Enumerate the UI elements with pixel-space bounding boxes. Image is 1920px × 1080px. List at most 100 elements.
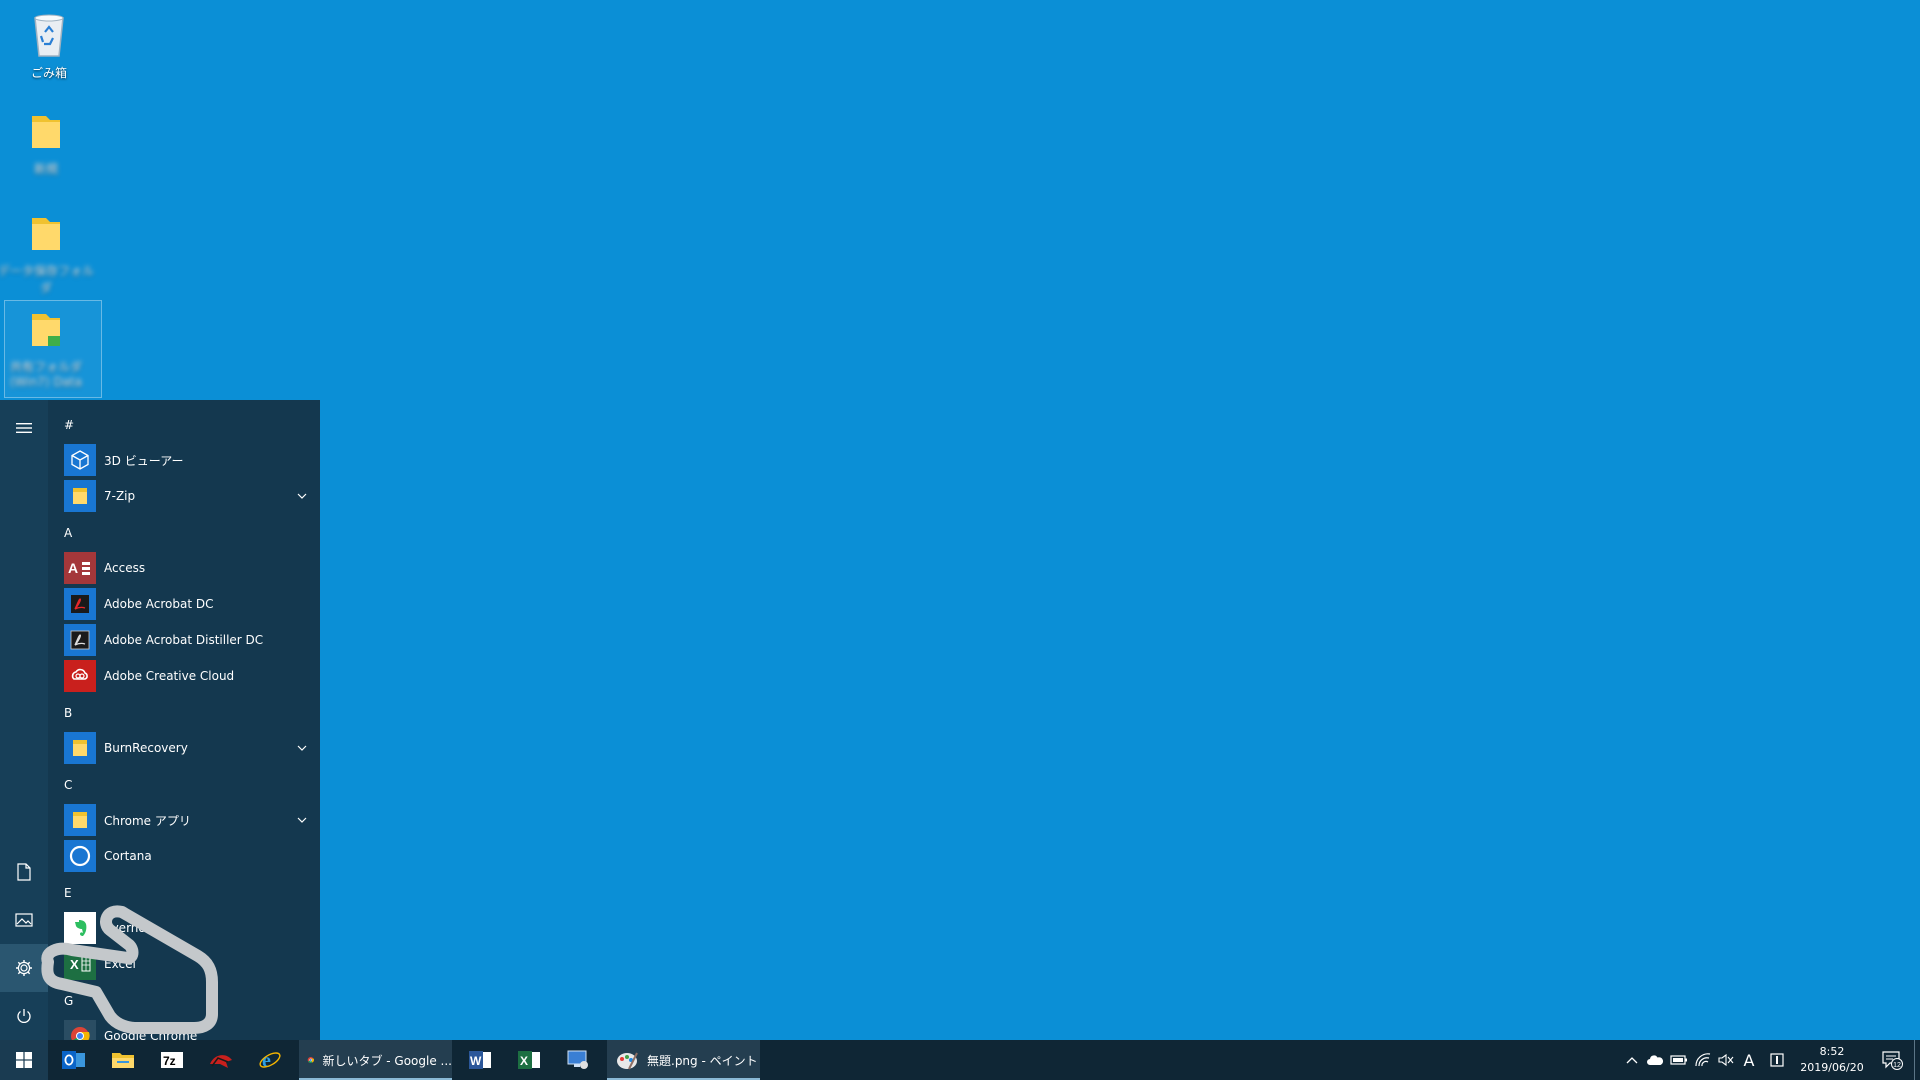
- mute-icon: [1718, 1053, 1734, 1067]
- document-icon: [17, 863, 31, 881]
- app-label: 3D ビューアー: [104, 453, 184, 468]
- app-tile: [64, 444, 96, 476]
- svg-text:7z: 7z: [163, 1054, 176, 1068]
- expand-menu-button[interactable]: [0, 404, 48, 452]
- app-label: Excel: [104, 957, 136, 971]
- tray-ime[interactable]: A: [1737, 1040, 1761, 1080]
- tray-onedrive[interactable]: [1643, 1040, 1667, 1080]
- evernote-icon: [75, 920, 87, 936]
- app-tile: [64, 480, 96, 512]
- desktop-icon-recycle-bin[interactable]: ごみ箱: [1, 8, 97, 81]
- start-menu: # 3D ビューアー 7-Zip A A Access Adobe Acroba…: [0, 400, 320, 1040]
- app-tile: [64, 660, 96, 692]
- app-excel[interactable]: X Excel: [64, 946, 310, 982]
- pictures-button[interactable]: [0, 896, 48, 944]
- taskbar-internet-explorer[interactable]: e: [246, 1040, 294, 1080]
- settings-button[interactable]: [0, 944, 48, 992]
- taskbar-remote-desktop[interactable]: [554, 1040, 602, 1080]
- folder-icon: [73, 812, 87, 828]
- app-tile: [64, 1020, 96, 1040]
- chevron-down-icon[interactable]: [294, 812, 310, 828]
- power-icon: [17, 1009, 31, 1023]
- ime-icon: A: [1743, 1050, 1755, 1070]
- clock-date: 2019/06/20: [1800, 1061, 1864, 1074]
- folder-icon: [73, 740, 87, 756]
- paint-window-label: 無題.png - ペイント: [647, 1053, 758, 1068]
- wifi-icon: [1695, 1053, 1711, 1067]
- folder-shortcut-icon: [32, 314, 60, 346]
- app-adobe-acrobat-distiller-dc[interactable]: Adobe Acrobat Distiller DC: [64, 622, 310, 658]
- chevron-down-icon[interactable]: [294, 488, 310, 504]
- security-icon: [1770, 1053, 1784, 1067]
- clock[interactable]: 8:52 2019/06/20: [1792, 1040, 1872, 1080]
- svg-text:X: X: [520, 1054, 528, 1068]
- folder-icon: [32, 116, 60, 148]
- tray-battery[interactable]: [1667, 1040, 1691, 1080]
- desktop-icon-folder-2[interactable]: データ保存フォルダ: [0, 210, 94, 296]
- power-button[interactable]: [0, 992, 48, 1040]
- app-access[interactable]: A Access: [64, 550, 310, 586]
- taskbar-7zip[interactable]: 7z: [148, 1040, 196, 1080]
- remote-desktop-icon: [567, 1050, 588, 1069]
- app-evernote[interactable]: Evernote: [64, 910, 310, 946]
- group-header[interactable]: #: [64, 418, 74, 432]
- battery-icon: [1670, 1055, 1687, 1065]
- group-header[interactable]: C: [64, 778, 72, 792]
- cortana-icon: [69, 845, 91, 867]
- cube-icon: [71, 450, 89, 470]
- app-tile: [64, 624, 96, 656]
- chevron-down-icon[interactable]: [294, 740, 310, 756]
- app-list: # 3D ビューアー 7-Zip A A Access Adobe Acroba…: [48, 400, 320, 1040]
- taskbar-word[interactable]: W: [456, 1040, 504, 1080]
- app-label: Google Chrome: [104, 1029, 198, 1040]
- svg-text:A: A: [68, 560, 78, 576]
- desktop-icon-folder-3[interactable]: 共有フォルダ (Win7) Data: [0, 306, 94, 389]
- app-adobe-creative-cloud[interactable]: Adobe Creative Cloud: [64, 658, 310, 694]
- app-label: Evernote: [104, 921, 158, 935]
- app-burnrecovery[interactable]: BurnRecovery: [64, 730, 310, 766]
- app-label: Adobe Creative Cloud: [104, 669, 235, 683]
- show-desktop-button[interactable]: [1914, 1040, 1915, 1080]
- tray-volume[interactable]: [1715, 1040, 1737, 1080]
- group-header[interactable]: B: [64, 706, 72, 720]
- taskbar-chrome-window[interactable]: 新しいタブ - Google ...: [299, 1040, 452, 1080]
- group-header[interactable]: E: [64, 886, 72, 900]
- start-button[interactable]: [0, 1040, 48, 1080]
- taskbar-red-app[interactable]: [197, 1040, 245, 1080]
- app-tile: A: [64, 552, 96, 584]
- desktop-icon-folder-1[interactable]: 新規: [0, 108, 94, 177]
- gear-icon: [16, 960, 32, 976]
- action-center-button[interactable]: 12: [1872, 1040, 1912, 1080]
- folder-2-label: データ保存フォルダ: [0, 264, 95, 295]
- tray-network[interactable]: [1691, 1040, 1715, 1080]
- app-chrome-apps[interactable]: Chrome アプリ: [64, 802, 310, 838]
- excel-icon: X: [70, 956, 91, 972]
- folder-1-label: 新規: [33, 162, 58, 176]
- svg-text:W: W: [470, 1054, 482, 1068]
- group-header[interactable]: G: [64, 994, 73, 1008]
- word-icon: W: [469, 1051, 491, 1069]
- distiller-icon: [70, 630, 90, 650]
- app-3d-viewer[interactable]: 3D ビューアー: [64, 442, 310, 478]
- app-cortana[interactable]: Cortana: [64, 838, 310, 874]
- windows-logo-icon: [16, 1052, 32, 1068]
- tray-security[interactable]: [1765, 1040, 1789, 1080]
- app-7zip[interactable]: 7-Zip: [64, 478, 310, 514]
- taskbar-paint-window[interactable]: 無題.png - ペイント: [607, 1040, 760, 1080]
- file-explorer-icon: [112, 1053, 134, 1068]
- app-adobe-acrobat-dc[interactable]: Adobe Acrobat DC: [64, 586, 310, 622]
- taskbar-file-explorer[interactable]: [99, 1040, 147, 1080]
- app-google-chrome[interactable]: Google Chrome: [64, 1018, 310, 1040]
- red-app-icon: [210, 1055, 232, 1068]
- pictures-icon: [15, 913, 33, 927]
- documents-button[interactable]: [0, 848, 48, 896]
- acrobat-icon: [71, 595, 89, 613]
- 7zip-icon: 7z: [161, 1052, 183, 1068]
- taskbar-excel[interactable]: X: [505, 1040, 553, 1080]
- onedrive-icon: [1647, 1055, 1664, 1065]
- group-header[interactable]: A: [64, 526, 72, 540]
- svg-text:e: e: [262, 1050, 271, 1072]
- tray-overflow-button[interactable]: [1621, 1040, 1643, 1080]
- chrome-window-label: 新しいタブ - Google ...: [322, 1053, 452, 1068]
- taskbar-outlook[interactable]: [50, 1040, 98, 1080]
